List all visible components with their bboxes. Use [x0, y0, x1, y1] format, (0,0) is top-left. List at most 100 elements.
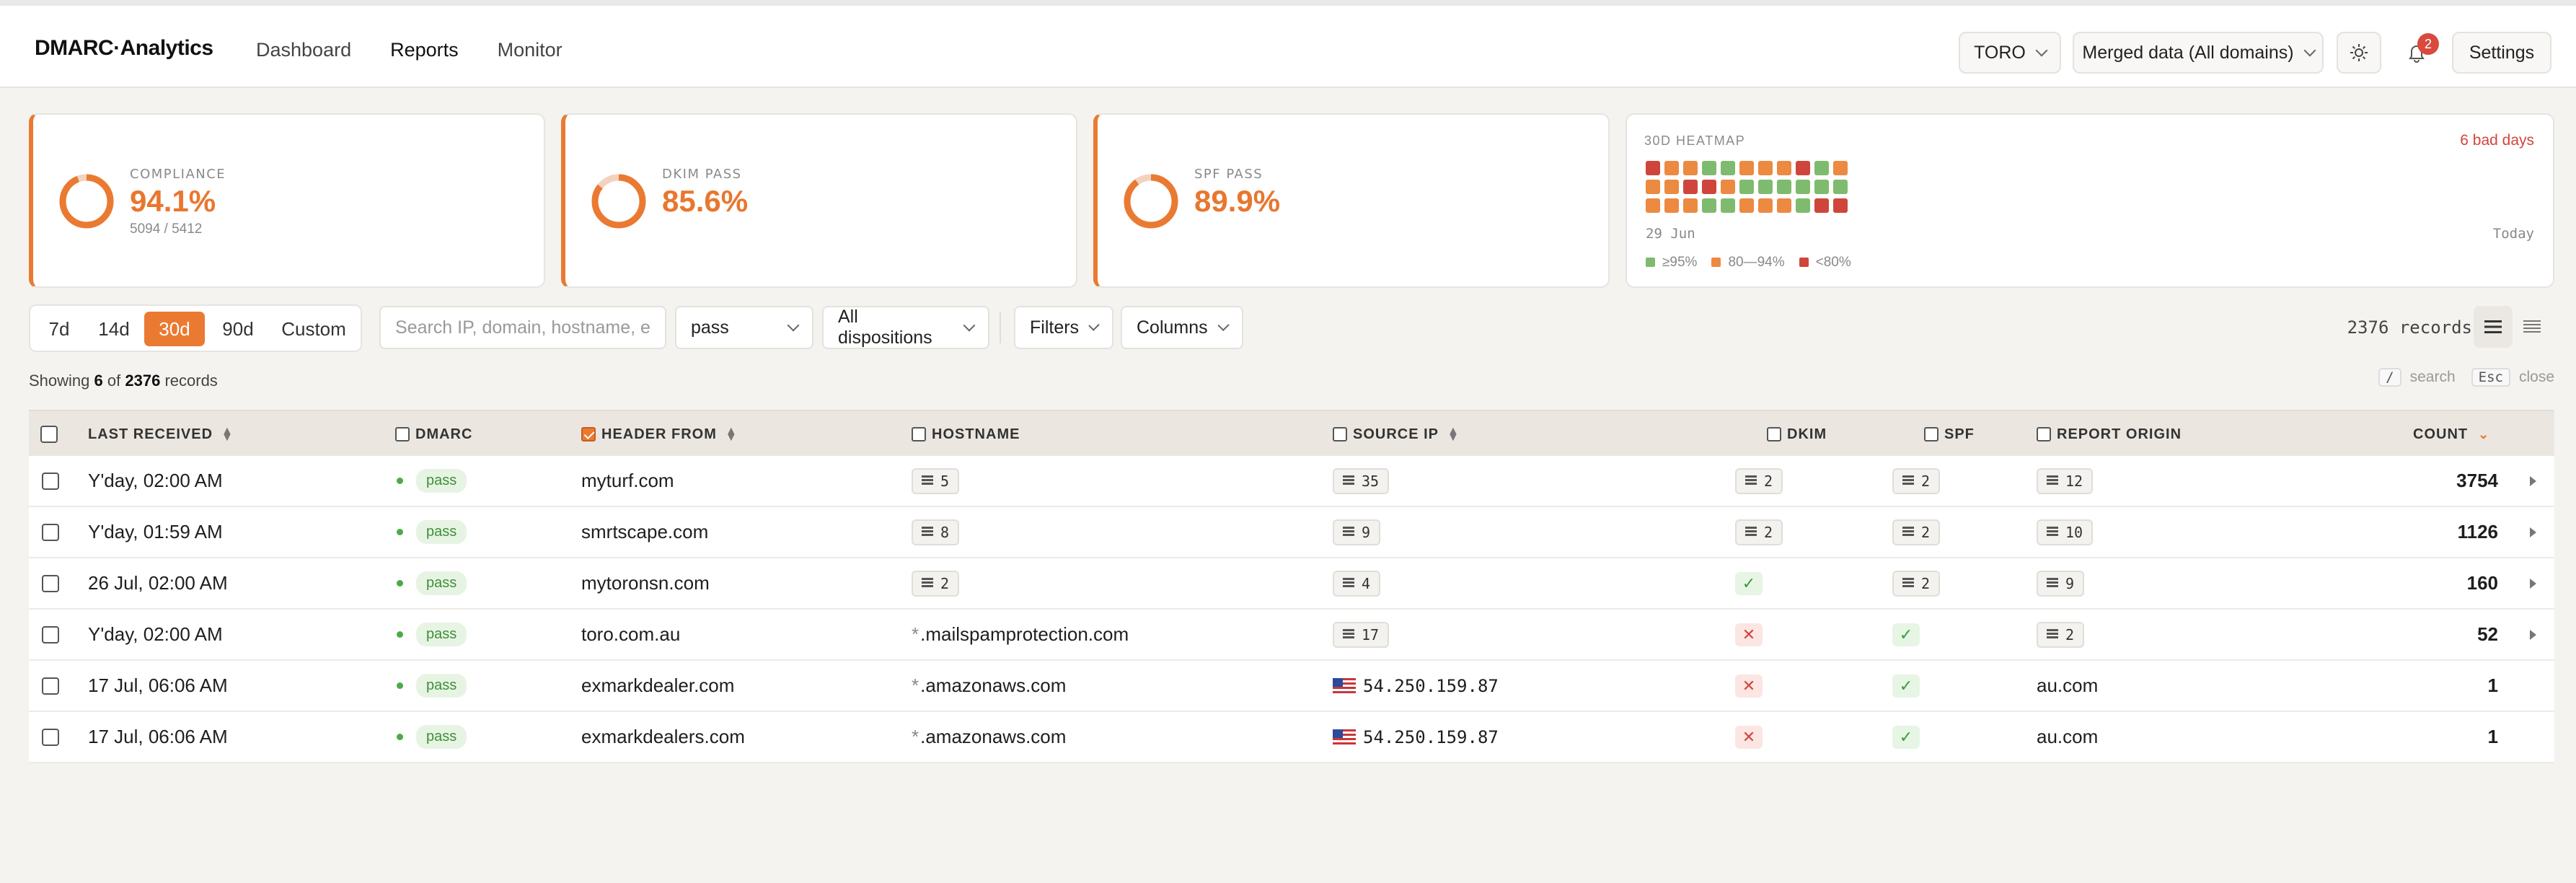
count-chip[interactable]: 17: [1333, 621, 1390, 648]
count-chip[interactable]: 2: [1892, 519, 1941, 545]
heatmap-cell[interactable]: [1739, 161, 1754, 175]
heatmap-cell[interactable]: [1777, 198, 1791, 213]
result-select-value: pass: [691, 317, 729, 338]
expand-row-icon[interactable]: [2530, 558, 2536, 608]
nav-reports[interactable]: Reports: [390, 39, 459, 61]
range-30d[interactable]: 30d: [144, 312, 205, 346]
heatmap-cell[interactable]: [1758, 198, 1773, 213]
select-all-checkbox[interactable]: [40, 411, 58, 457]
nav-dashboard[interactable]: Dashboard: [256, 39, 351, 61]
count-chip[interactable]: 5: [912, 467, 960, 494]
filters-button[interactable]: Filters: [1014, 306, 1113, 349]
expand-row-icon[interactable]: [2530, 507, 2536, 557]
count-chip[interactable]: 8: [912, 519, 960, 545]
count-chip[interactable]: 2: [1735, 519, 1783, 545]
data-scope-select[interactable]: Merged data (All domains): [2073, 32, 2324, 74]
heatmap-cell[interactable]: [1702, 161, 1716, 175]
heatmap-cell[interactable]: [1702, 198, 1716, 213]
count-chip[interactable]: 10: [2037, 519, 2094, 545]
heatmap-cell[interactable]: [1664, 180, 1679, 194]
row-checkbox[interactable]: [42, 558, 59, 608]
theme-toggle-button[interactable]: [2337, 32, 2381, 74]
col-count[interactable]: COUNT ⌄: [2413, 411, 2489, 457]
col-dkim[interactable]: DKIM: [1767, 411, 1827, 457]
heatmap-cell[interactable]: [1777, 180, 1791, 194]
heatmap-cell[interactable]: [1796, 180, 1810, 194]
expand-row-icon[interactable]: [2530, 610, 2536, 659]
col-header-from[interactable]: HEADER FROM ▲ ▼: [581, 411, 738, 457]
search-input[interactable]: Search IP, domain, hostname, e: [379, 306, 666, 349]
col-source-ip[interactable]: SOURCE IP ▲ ▼: [1333, 411, 1460, 457]
count-chip[interactable]: 2: [1892, 570, 1941, 597]
count-chip[interactable]: 2: [912, 570, 960, 597]
org-select[interactable]: TORO: [1959, 32, 2061, 74]
row-checkbox[interactable]: [42, 610, 59, 659]
heatmap-cell[interactable]: [1777, 161, 1791, 175]
range-90d[interactable]: 90d: [211, 312, 265, 346]
count-chip[interactable]: 9: [2037, 570, 2085, 597]
heatmap-cell[interactable]: [1833, 198, 1848, 213]
last-received: 17 Jul, 06:06 AM: [88, 726, 228, 747]
row-checkbox[interactable]: [42, 456, 59, 506]
table-row[interactable]: 26 Jul, 02:00 AM pass mytoronsn.com 2 4 ✓ 2 9 16…: [29, 558, 2554, 610]
heatmap-cell[interactable]: [1721, 161, 1735, 175]
table-row[interactable]: Y'day, 02:00 AM pass myturf.com 5 35 2 2 12 3754: [29, 456, 2554, 507]
col-spf[interactable]: SPF: [1924, 411, 1975, 457]
heatmap-cell[interactable]: [1739, 198, 1754, 213]
expand-row-icon[interactable]: [2530, 456, 2536, 506]
count-chip[interactable]: 12: [2037, 467, 2094, 494]
col-hostname[interactable]: HOSTNAME: [912, 411, 1020, 457]
result-select[interactable]: pass: [675, 306, 813, 349]
heatmap-cell[interactable]: [1796, 198, 1810, 213]
heatmap-cell[interactable]: [1646, 161, 1660, 175]
heatmap-cell[interactable]: [1814, 161, 1829, 175]
col-last-received[interactable]: LAST RECEIVED ▲ ▼: [88, 411, 234, 457]
heatmap-cell[interactable]: [1758, 161, 1773, 175]
row-checkbox[interactable]: [42, 661, 59, 711]
heatmap-cell[interactable]: [1646, 180, 1660, 194]
heatmap-cell[interactable]: [1833, 180, 1848, 194]
dmarc-status: pass: [397, 610, 467, 659]
table-row[interactable]: 17 Jul, 06:06 AM pass exmarkdealers.com * .a…: [29, 712, 2554, 763]
count-chip[interactable]: 4: [1333, 570, 1381, 597]
row-checkbox[interactable]: [42, 712, 59, 762]
heatmap-cell[interactable]: [1739, 180, 1754, 194]
row-checkbox[interactable]: [42, 507, 59, 557]
table-row[interactable]: Y'day, 02:00 AM pass toro.com.au * .mailspam…: [29, 610, 2554, 661]
table-row[interactable]: 17 Jul, 06:06 AM pass exmarkdealer.com * .am…: [29, 661, 2554, 712]
range-custom[interactable]: Custom: [271, 312, 356, 346]
range-7d[interactable]: 7d: [38, 312, 81, 346]
heatmap-cell[interactable]: [1702, 180, 1716, 194]
heatmap-cell[interactable]: [1646, 198, 1660, 213]
heatmap-cell[interactable]: [1814, 198, 1829, 213]
view-compact-button[interactable]: [2513, 306, 2551, 348]
app-logo[interactable]: DMARC·Analytics: [35, 36, 213, 61]
heatmap-cell[interactable]: [1683, 161, 1698, 175]
disposition-select[interactable]: All dispositions: [822, 306, 989, 349]
date-range-segmented: 7d 14d 30d 90d Custom: [29, 304, 362, 352]
heatmap-cell[interactable]: [1721, 198, 1735, 213]
count-chip[interactable]: 2: [1735, 467, 1783, 494]
heatmap-cell[interactable]: [1664, 198, 1679, 213]
heatmap-cell[interactable]: [1683, 180, 1698, 194]
columns-button[interactable]: Columns: [1121, 306, 1243, 349]
count-chip[interactable]: 2: [1892, 467, 1941, 494]
heatmap-cell[interactable]: [1683, 198, 1698, 213]
col-report-origin[interactable]: REPORT ORIGIN: [2037, 411, 2182, 457]
count-chip[interactable]: 9: [1333, 519, 1381, 545]
count-chip[interactable]: 35: [1333, 467, 1390, 494]
view-comfortable-button[interactable]: [2474, 306, 2513, 348]
count-chip[interactable]: 2: [2037, 621, 2085, 648]
heatmap-cell[interactable]: [1814, 180, 1829, 194]
heatmap-cell[interactable]: [1796, 161, 1810, 175]
heatmap-cell[interactable]: [1721, 180, 1735, 194]
heatmap-cell[interactable]: [1833, 161, 1848, 175]
spf-result: 2: [1892, 456, 1941, 506]
heatmap-cell[interactable]: [1758, 180, 1773, 194]
range-14d[interactable]: 14d: [87, 312, 141, 346]
settings-button[interactable]: Settings: [2452, 32, 2551, 74]
nav-monitor[interactable]: Monitor: [498, 39, 563, 61]
heatmap-cell[interactable]: [1664, 161, 1679, 175]
table-row[interactable]: Y'day, 01:59 AM pass smrtscape.com 8 9 2 2 10 11…: [29, 507, 2554, 558]
col-dmarc[interactable]: DMARC: [395, 411, 472, 457]
